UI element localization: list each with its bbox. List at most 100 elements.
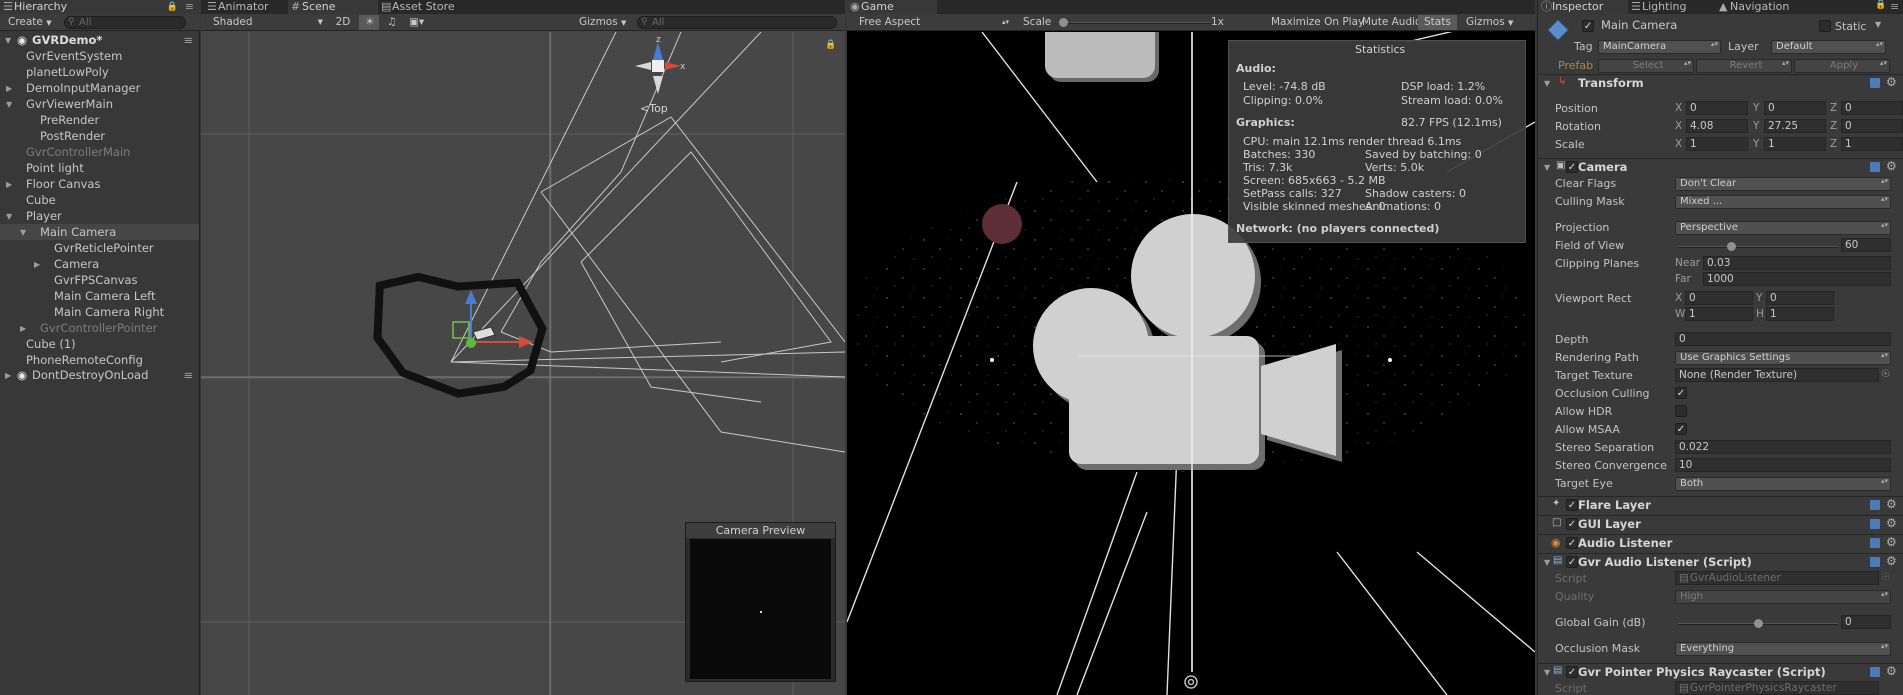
flare-layer-checkbox[interactable]: ✓ xyxy=(1566,499,1578,511)
aspect-dropdown[interactable]: Free Aspect ▴▾ xyxy=(853,15,1013,30)
occlusion-culling-checkbox[interactable]: ✓ xyxy=(1675,387,1687,399)
tab-hierarchy[interactable]: ☰ Hierarchy 🔒 ≡ xyxy=(0,0,200,14)
stereo-separation-field[interactable]: 0.022 xyxy=(1675,440,1891,454)
scale-slider[interactable] xyxy=(1059,18,1211,27)
active-checkbox[interactable]: ✓ xyxy=(1582,20,1594,32)
fov-slider-knob[interactable] xyxy=(1726,242,1736,251)
static-checkbox[interactable] xyxy=(1819,20,1831,32)
global-gain-slider-knob[interactable] xyxy=(1754,619,1763,628)
far-field[interactable]: 1000 xyxy=(1703,272,1891,286)
lighting-toggle-icon[interactable]: ☀ xyxy=(359,15,379,30)
help-book-icon[interactable] xyxy=(1870,162,1880,172)
hierarchy-item[interactable]: Main Camera Right xyxy=(0,304,199,320)
shading-dropdown[interactable]: Shaded ▼ xyxy=(207,15,327,30)
stats-button[interactable]: Stats xyxy=(1418,15,1457,30)
expand-arrow-icon[interactable]: ▶ xyxy=(6,177,12,193)
culling-mask-dropdown[interactable]: Mixed ... xyxy=(1675,195,1891,209)
gizmos-dropdown[interactable]: Gizmos ▼ xyxy=(573,15,632,30)
expand-arrow-icon[interactable]: ▼ xyxy=(6,209,12,225)
global-gain-field[interactable]: 0 xyxy=(1841,615,1891,629)
tab-scene[interactable]: # Scene xyxy=(288,0,378,14)
hierarchy-item[interactable]: Point light xyxy=(0,160,199,176)
expand-arrow-icon[interactable]: ▶ xyxy=(6,81,12,97)
position-x-field[interactable]: 0 xyxy=(1686,101,1748,115)
hierarchy-item[interactable]: planetLowPoly xyxy=(0,64,199,80)
near-field[interactable]: 0.03 xyxy=(1703,256,1891,270)
scene-root-row[interactable]: ▼ ◉ GVRDemo* ≡ xyxy=(0,32,199,48)
audio-toggle-icon[interactable]: ♫ xyxy=(381,15,401,30)
tab-game[interactable]: ◉ Game xyxy=(847,0,937,14)
hierarchy-item[interactable]: GvrFPSCanvas xyxy=(0,272,199,288)
fov-slider[interactable] xyxy=(1678,242,1838,251)
clear-flags-dropdown[interactable]: Don't Clear xyxy=(1675,177,1891,191)
object-name-field[interactable]: Main Camera xyxy=(1598,19,1788,33)
scene-menu-icon[interactable]: ≡ xyxy=(183,367,193,383)
scene-menu-icon[interactable]: ≡ xyxy=(183,32,193,48)
hierarchy-item[interactable]: ▼ Player xyxy=(0,208,199,224)
toggle-2d-button[interactable]: 2D xyxy=(329,15,357,30)
tag-dropdown[interactable]: MainCamera xyxy=(1598,40,1721,54)
foldout-arrow-icon[interactable]: ▼ xyxy=(1544,79,1550,88)
help-book-icon[interactable] xyxy=(1870,557,1880,567)
expand-arrow-icon[interactable]: ▶ xyxy=(34,257,40,273)
maximize-on-play-button[interactable]: Maximize On Play xyxy=(1265,15,1370,30)
allow-msaa-checkbox[interactable]: ✓ xyxy=(1675,423,1687,435)
camera-enabled-checkbox[interactable]: ✓ xyxy=(1566,161,1578,173)
raycaster-component-header[interactable]: ▼ ▤ ✓ Gvr Pointer Physics Raycaster (Scr… xyxy=(1538,663,1903,680)
scene-search-input[interactable]: ⚲ All xyxy=(637,16,837,29)
stereo-convergence-field[interactable]: 10 xyxy=(1675,458,1891,472)
foldout-arrow-icon[interactable]: ▼ xyxy=(1544,668,1550,677)
hierarchy-item[interactable]: PreRender xyxy=(0,112,199,128)
hierarchy-item[interactable]: PostRender xyxy=(0,128,199,144)
viewport-x-field[interactable]: 0 xyxy=(1685,291,1753,305)
view-label[interactable]: <Top xyxy=(640,102,668,115)
gui-layer-component-header[interactable]: □ ✓ GUI Layer ⚙ xyxy=(1538,515,1903,532)
hierarchy-item[interactable]: ▶ GvrControllerPointer xyxy=(0,320,199,336)
scale-y-field[interactable]: 1 xyxy=(1764,137,1826,151)
hierarchy-item[interactable]: ▼ Main Camera xyxy=(0,224,199,240)
lock-icon[interactable]: 🔒 xyxy=(167,0,178,14)
viewport-y-field[interactable]: 0 xyxy=(1766,291,1834,305)
inspector-lock-icon[interactable]: 🔒 xyxy=(1875,0,1886,10)
allow-hdr-checkbox[interactable] xyxy=(1675,405,1687,417)
scale-z-field[interactable]: 1 xyxy=(1841,137,1903,151)
help-book-icon[interactable] xyxy=(1870,667,1880,677)
mute-audio-button[interactable]: Mute Audio xyxy=(1356,15,1427,30)
target-eye-dropdown[interactable]: Both xyxy=(1675,477,1891,491)
camera-component-header[interactable]: ▼ ▣ ✓ Camera ⚙ xyxy=(1538,158,1903,175)
tab-navigation[interactable]: ▲ Navigation xyxy=(1716,0,1816,14)
expand-arrow-icon[interactable]: ▶ xyxy=(20,321,26,337)
foldout-arrow-icon[interactable]: ▼ xyxy=(1544,163,1550,172)
hierarchy-item[interactable]: Cube xyxy=(0,192,199,208)
layer-dropdown[interactable]: Default xyxy=(1771,40,1886,54)
help-book-icon[interactable] xyxy=(1870,519,1880,529)
gear-icon[interactable]: ⚙ xyxy=(1886,535,1897,549)
gear-icon[interactable]: ⚙ xyxy=(1886,497,1897,511)
tab-inspector[interactable]: ⓘ Inspector xyxy=(1538,0,1628,14)
rotation-z-field[interactable]: 0 xyxy=(1841,119,1903,133)
position-y-field[interactable]: 0 xyxy=(1764,101,1826,115)
dontdestroy-row[interactable]: ▶ ◉ DontDestroyOnLoad ≡ xyxy=(0,367,199,383)
transform-component-header[interactable]: ▼ ↳ Transform ⚙ xyxy=(1538,74,1903,91)
object-picker-icon[interactable]: ☉ xyxy=(1881,369,1890,380)
prefab-apply-button[interactable]: Apply xyxy=(1794,59,1890,73)
hierarchy-item[interactable]: ▶ Floor Canvas xyxy=(0,176,199,192)
projection-dropdown[interactable]: Perspective xyxy=(1675,221,1891,235)
orientation-gizmo[interactable]: z x <Top xyxy=(631,35,686,116)
expand-arrow-icon[interactable]: ▼ xyxy=(20,225,26,241)
prefab-revert-button[interactable]: Revert xyxy=(1696,59,1792,73)
global-gain-slider[interactable] xyxy=(1678,619,1838,628)
help-book-icon[interactable] xyxy=(1870,500,1880,510)
expand-arrow-icon[interactable]: ▼ xyxy=(5,33,11,49)
hierarchy-item[interactable]: ▶ DemoInputManager xyxy=(0,80,199,96)
rotation-x-field[interactable]: 4.08 xyxy=(1686,119,1748,133)
raycaster-checkbox[interactable]: ✓ xyxy=(1566,666,1578,678)
scene-lock-icon[interactable]: 🔒 xyxy=(825,40,836,50)
rotation-y-field[interactable]: 27.25 xyxy=(1764,119,1826,133)
fov-field[interactable]: 60 xyxy=(1841,238,1891,252)
expand-arrow-icon[interactable]: ▶ xyxy=(5,368,11,384)
audio-listener-component-header[interactable]: ◉ ✓ Audio Listener ⚙ xyxy=(1538,534,1903,551)
viewport-w-field[interactable]: 1 xyxy=(1685,307,1753,321)
hierarchy-item[interactable]: Cube (1) xyxy=(0,336,199,352)
panel-menu-icon[interactable]: ≡ xyxy=(185,0,194,14)
